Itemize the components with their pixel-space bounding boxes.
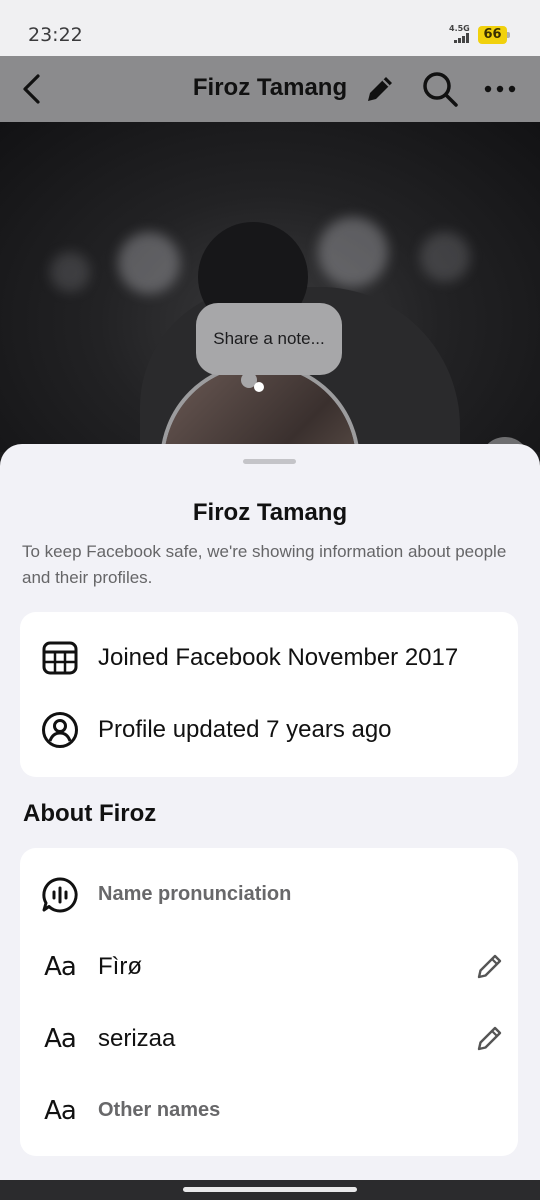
profile-transparency-card: Joined Facebook November 2017 Profile up… [20,612,518,777]
more-button[interactable] [478,67,522,111]
about-card: Name pronunciation Aa Fìrø Aa serizaa Aa… [20,848,518,1156]
pronunciation-row[interactable]: Name pronunciation [20,864,518,924]
text-size-icon: Aa [44,952,77,982]
profile-circle-icon [42,712,78,748]
text-size-icon: Aa [44,1024,77,1054]
back-button[interactable] [10,67,54,111]
text-size-icon: Aa [44,1096,77,1126]
other-names-row[interactable]: Aa Other names [20,1080,518,1140]
pencil-icon [368,77,392,101]
status-time: 23:22 [28,24,83,46]
joined-row: Joined Facebook November 2017 [20,627,518,687]
sheet-title: Firoz Tamang [192,499,348,526]
name-value-1: Fìrø [98,953,142,980]
status-bar: 23:22 4.5G 66 [0,0,540,56]
name-row-2: Aa serizaa [20,1008,518,1068]
name-row-1: Aa Fìrø [20,936,518,996]
signal-icon [454,33,472,43]
more-icon [484,85,516,93]
updated-row: Profile updated 7 years ago [20,699,518,759]
edit-profile-button[interactable] [358,67,402,111]
updated-label: Profile updated 7 years ago [98,716,392,743]
pencil-outline-icon [477,954,502,979]
pronunciation-label: Name pronunciation [98,883,292,905]
home-indicator[interactable] [183,1187,357,1192]
sheet-subtitle: To keep Facebook safe, we're showing inf… [22,542,507,587]
back-icon [23,74,40,104]
calendar-icon [42,641,78,675]
share-note-bubble[interactable]: Share a note... [196,303,342,375]
name-value-2: serizaa [98,1025,176,1052]
audio-chat-icon [42,877,78,913]
cover-photo[interactable]: Share a note... [0,122,540,452]
about-heading: About Firoz [23,800,157,827]
sheet-grabber[interactable] [243,459,296,464]
joined-label: Joined Facebook November 2017 [98,644,459,671]
system-nav-bar [0,1180,540,1200]
header: Firoz Tamang [0,56,540,122]
other-names-label: Other names [98,1099,221,1121]
network-label: 4.5G [449,24,470,33]
battery-icon: 66 [478,26,510,44]
profile-info-sheet: Firoz Tamang To keep Facebook safe, we'r… [0,444,540,1180]
edit-name-1-button[interactable] [472,948,508,984]
edit-name-2-button[interactable] [472,1020,508,1056]
search-button[interactable] [418,67,462,111]
profile-picture[interactable] [160,362,360,452]
pencil-outline-icon [477,1026,502,1051]
battery-level: 66 [478,26,507,44]
search-icon [423,72,458,107]
